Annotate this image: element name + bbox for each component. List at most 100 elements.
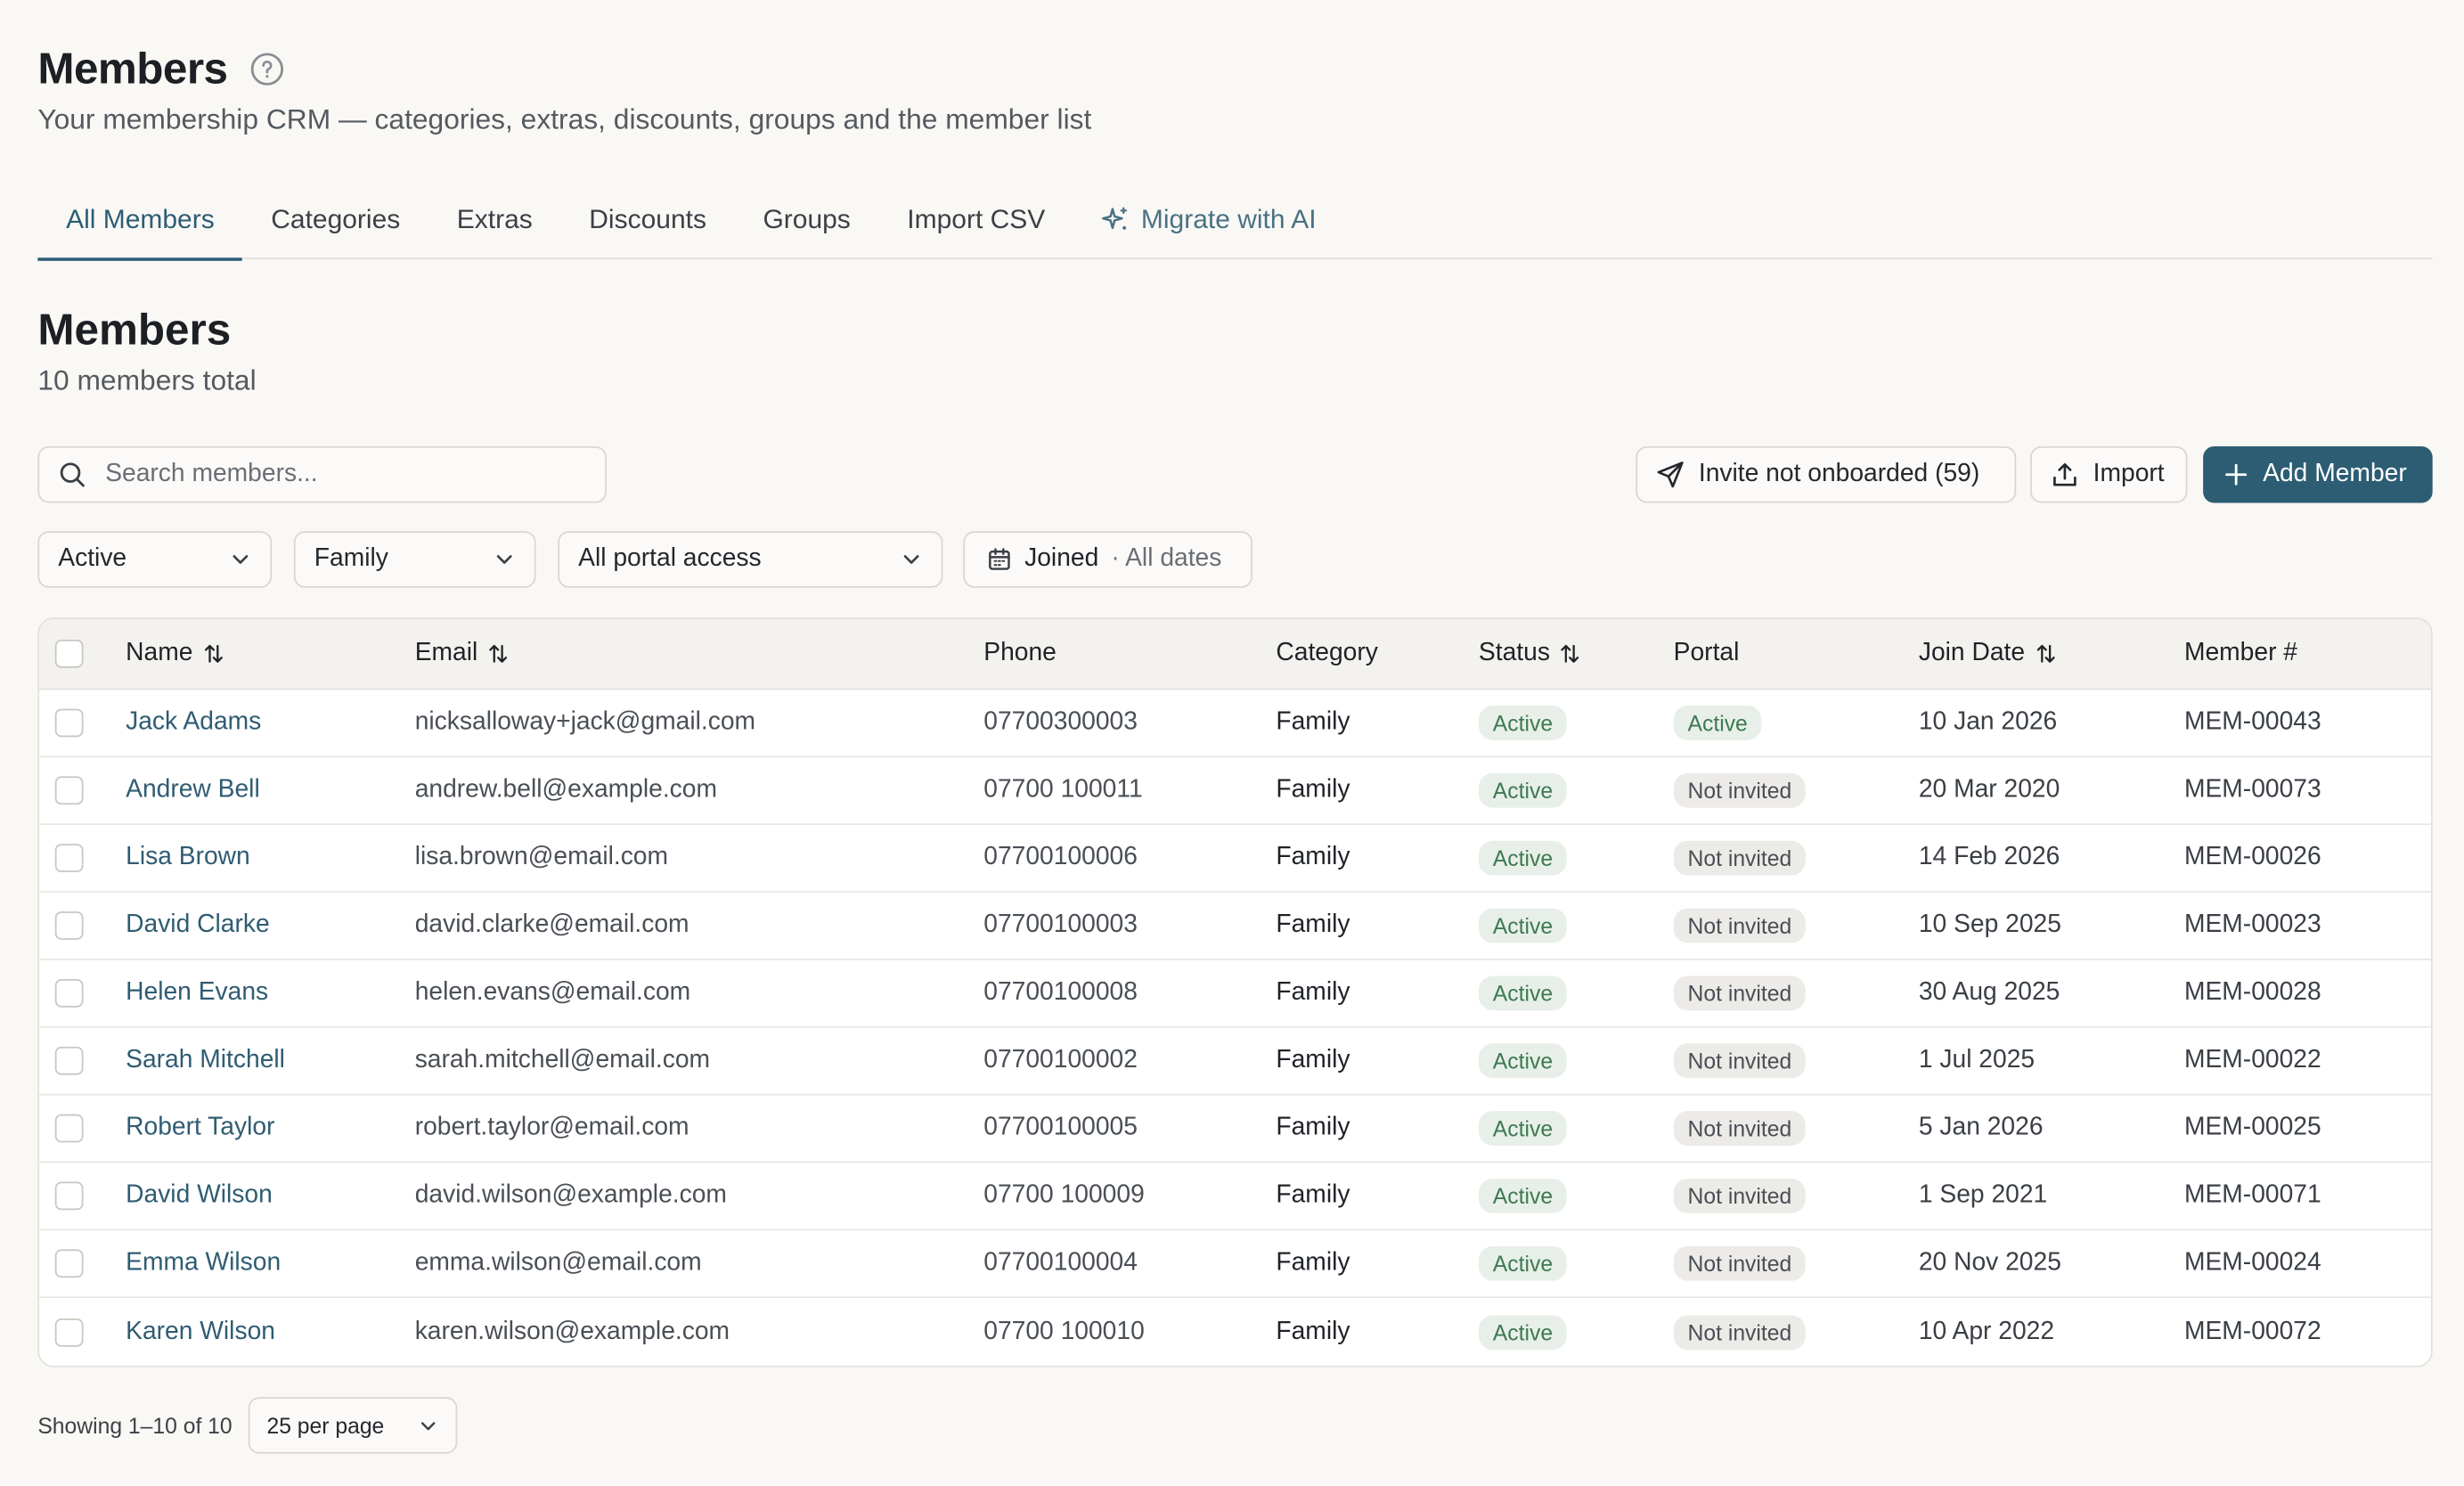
header-label: Name <box>126 639 193 666</box>
portal-cell: Not invited <box>1673 960 1807 1026</box>
phone-cell: 07700100002 <box>983 1046 1138 1074</box>
section-title: Members <box>37 305 232 354</box>
row-checkbox[interactable] <box>54 1046 84 1075</box>
member-name-link[interactable]: Andrew Bell <box>126 776 260 804</box>
table-row[interactable]: Karen Wilson karen.wilson@example.com 0770… <box>39 1298 2431 1366</box>
row-checkbox-cell <box>54 1298 86 1366</box>
name-cell: Lisa Brown <box>126 825 250 891</box>
status-cell: Active <box>1478 1096 1567 1162</box>
member-number-cell: MEM-00026 <box>2183 844 2321 871</box>
header-status[interactable]: Status <box>1479 619 1581 689</box>
table-row[interactable]: Robert Taylor robert.taylor@email.com 0770… <box>39 1095 2431 1163</box>
help-icon[interactable] <box>249 52 284 86</box>
tab-label: Extras <box>456 204 533 234</box>
status-badge: Active <box>1478 976 1567 1011</box>
status-cell: Active <box>1478 893 1567 959</box>
member-number-cell: MEM-00072 <box>2183 1318 2321 1345</box>
per-page-value: 25 per page <box>266 1412 385 1439</box>
member-name-link[interactable]: Robert Taylor <box>126 1114 274 1143</box>
tab-import-csv[interactable]: Import CSV <box>879 185 1073 259</box>
category-filter-value: Family <box>314 545 388 573</box>
header-label: Status <box>1478 639 1550 666</box>
member-name-link[interactable]: Jack Adams <box>126 709 261 738</box>
portal-badge: Not invited <box>1673 1179 1807 1213</box>
row-checkbox[interactable] <box>54 844 84 873</box>
row-checkbox[interactable] <box>54 911 84 940</box>
join-date-cell: 10 Apr 2022 <box>1918 1318 2055 1345</box>
member-name-link[interactable]: Sarah Mitchell <box>126 1047 285 1075</box>
header-label: Email <box>414 639 478 666</box>
member-name-link[interactable]: David Wilson <box>126 1182 273 1211</box>
chevron-down-icon <box>901 549 923 571</box>
member-name-link[interactable]: Lisa Brown <box>126 844 250 872</box>
table-row[interactable]: Helen Evans helen.evans@email.com 07700100… <box>39 959 2431 1028</box>
import-button[interactable]: Import <box>2030 445 2188 503</box>
search-input[interactable] <box>105 460 561 489</box>
add-member-label: Add Member <box>2263 460 2407 487</box>
header-label: Phone <box>983 639 1057 666</box>
member-number-cell: MEM-00043 <box>2183 708 2321 736</box>
member-name-link[interactable]: David Clarke <box>126 911 270 940</box>
member-name-link[interactable]: Helen Evans <box>126 979 268 1008</box>
table-row[interactable]: Lisa Brown lisa.brown@email.com 0770010000… <box>39 825 2431 893</box>
email-cell: david.wilson@example.com <box>414 1181 727 1209</box>
portal-cell: Not invited <box>1673 1298 1807 1366</box>
row-checkbox-cell <box>54 690 86 755</box>
member-name-link[interactable]: Emma Wilson <box>126 1249 281 1278</box>
name-cell: Andrew Bell <box>126 757 260 823</box>
name-cell: Emma Wilson <box>126 1230 281 1296</box>
per-page-select[interactable]: 25 per page <box>248 1397 457 1454</box>
header-email[interactable]: Email <box>415 619 510 689</box>
row-checkbox[interactable] <box>54 978 84 1008</box>
tab-categories[interactable]: Categories <box>242 185 428 259</box>
table-row[interactable]: Andrew Bell andrew.bell@example.com 07700 … <box>39 757 2431 826</box>
header-name[interactable]: Name <box>126 619 224 689</box>
portal-cell: Not invited <box>1673 1163 1807 1229</box>
join-date-filter[interactable]: Joined · All dates <box>963 531 1252 588</box>
search-box <box>37 445 607 503</box>
row-checkbox[interactable] <box>54 1318 84 1346</box>
showing-count: Showing 1–10 of 10 <box>37 1412 233 1439</box>
chevron-down-icon <box>494 549 516 571</box>
name-cell: Jack Adams <box>126 690 261 755</box>
row-checkbox[interactable] <box>54 1114 84 1143</box>
category-filter-select[interactable]: Family <box>293 531 536 588</box>
tab-discounts[interactable]: Discounts <box>561 185 735 259</box>
table-row[interactable]: Jack Adams nicksalloway+jack@gmail.com 077… <box>39 690 2431 758</box>
row-checkbox-cell <box>54 757 86 823</box>
table-row[interactable]: Sarah Mitchell sarah.mitchell@email.com 07… <box>39 1027 2431 1096</box>
row-checkbox[interactable] <box>54 1249 84 1278</box>
table-row[interactable]: David Wilson david.wilson@example.com 0770… <box>39 1163 2431 1231</box>
join-date-cell: 20 Mar 2020 <box>1918 776 2060 804</box>
members-table: Name Email Phone Category Status Portal … <box>37 617 2433 1368</box>
invite-not-onboarded-button[interactable]: Invite not onboarded (59) <box>1636 445 2017 503</box>
status-filter-select[interactable]: Active <box>37 531 273 588</box>
row-checkbox-cell <box>54 893 86 959</box>
tab-all-members[interactable]: All Members <box>37 185 244 261</box>
member-number-cell: MEM-00071 <box>2183 1181 2321 1209</box>
row-checkbox[interactable] <box>54 1181 84 1211</box>
search-icon <box>58 461 86 489</box>
status-cell: Active <box>1478 1230 1567 1296</box>
row-checkbox[interactable] <box>54 708 84 738</box>
table-row[interactable]: David Clarke david.clarke@email.com 077001… <box>39 892 2431 960</box>
name-cell: Robert Taylor <box>126 1096 274 1162</box>
header-label: Member # <box>2183 639 2298 666</box>
row-checkbox[interactable] <box>54 776 84 805</box>
tab-extras[interactable]: Extras <box>428 185 561 259</box>
status-badge: Active <box>1478 908 1567 943</box>
select-all-checkbox[interactable] <box>54 639 84 668</box>
header-join-date[interactable]: Join Date <box>1919 619 2057 689</box>
portal-filter-select[interactable]: All portal access <box>558 531 943 588</box>
add-member-button[interactable]: Add Member <box>2203 445 2433 503</box>
tab-migrate-with-ai[interactable]: Migrate with AI <box>1073 185 1344 259</box>
header-phone: Phone <box>983 619 1057 689</box>
phone-cell: 07700100004 <box>983 1249 1138 1277</box>
join-date-cell: 20 Nov 2025 <box>1918 1249 2061 1277</box>
member-name-link[interactable]: Karen Wilson <box>126 1318 275 1346</box>
page-header: Members <box>37 44 284 94</box>
name-cell: David Clarke <box>126 893 270 959</box>
tab-groups[interactable]: Groups <box>735 185 879 259</box>
table-row[interactable]: Emma Wilson emma.wilson@email.com 07700100… <box>39 1230 2431 1299</box>
header-member-number: Member # <box>2184 619 2297 689</box>
